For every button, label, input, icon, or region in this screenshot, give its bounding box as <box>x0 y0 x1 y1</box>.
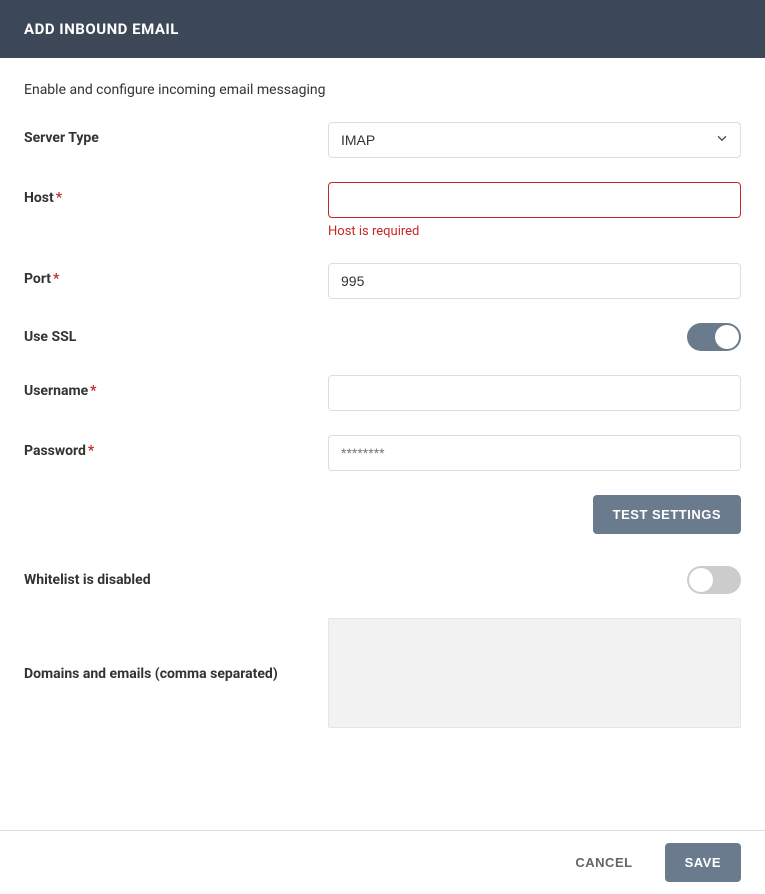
password-row: Password* <box>24 435 741 471</box>
toggle-knob <box>715 325 739 349</box>
dialog-title: ADD INBOUND EMAIL <box>24 20 179 38</box>
username-input[interactable] <box>328 375 741 411</box>
required-indicator: * <box>56 190 62 206</box>
required-indicator: * <box>90 383 96 399</box>
port-row: Port* <box>24 263 741 299</box>
server-type-label: Server Type <box>24 122 328 146</box>
domains-textarea[interactable] <box>328 618 741 728</box>
save-button[interactable]: SAVE <box>665 843 741 882</box>
host-input[interactable] <box>328 182 741 218</box>
password-input[interactable] <box>328 435 741 471</box>
whitelist-toggle[interactable] <box>687 566 741 594</box>
use-ssl-row: Use SSL <box>24 323 741 351</box>
port-input[interactable] <box>328 263 741 299</box>
password-label: Password* <box>24 435 328 459</box>
host-error-message: Host is required <box>328 224 741 239</box>
dialog-description: Enable and configure incoming email mess… <box>24 82 741 98</box>
host-row: Host* Host is required <box>24 182 741 239</box>
use-ssl-toggle[interactable] <box>687 323 741 351</box>
server-type-row: Server Type <box>24 122 741 158</box>
dialog-content: Enable and configure incoming email mess… <box>0 58 765 780</box>
required-indicator: * <box>88 443 94 459</box>
required-indicator: * <box>53 271 59 287</box>
dialog-header: ADD INBOUND EMAIL <box>0 0 765 58</box>
dialog-footer: CANCEL SAVE <box>0 830 765 894</box>
server-type-select[interactable] <box>328 122 741 158</box>
cancel-button[interactable]: CANCEL <box>555 843 652 882</box>
test-settings-row: TEST SETTINGS <box>24 495 741 534</box>
use-ssl-label: Use SSL <box>24 329 328 345</box>
port-label: Port* <box>24 263 328 287</box>
username-label: Username* <box>24 375 328 399</box>
username-row: Username* <box>24 375 741 411</box>
test-settings-button[interactable]: TEST SETTINGS <box>593 495 741 534</box>
toggle-knob <box>689 568 713 592</box>
whitelist-row: Whitelist is disabled <box>24 566 741 594</box>
host-label: Host* <box>24 182 328 206</box>
domains-label: Domains and emails (comma separated) <box>24 618 328 682</box>
whitelist-label: Whitelist is disabled <box>24 572 328 588</box>
domains-row: Domains and emails (comma separated) <box>24 618 741 732</box>
